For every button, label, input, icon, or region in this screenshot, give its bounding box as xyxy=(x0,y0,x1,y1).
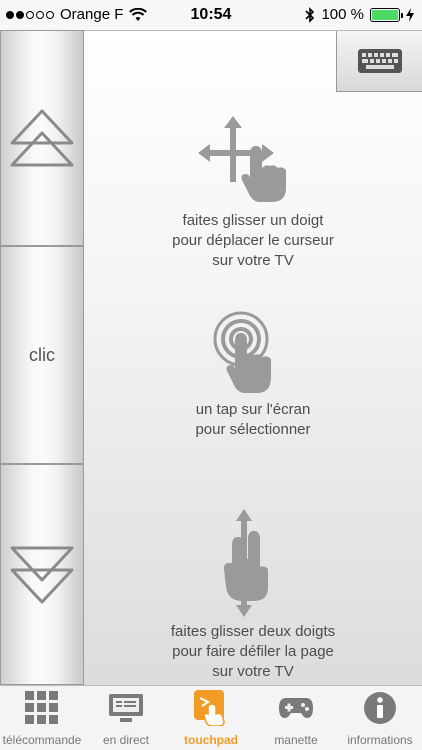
hint-text: faites glisser un doigt pour déplacer le… xyxy=(84,211,422,271)
hint-line: sur votre TV xyxy=(212,663,294,680)
tab-en-direct[interactable]: en direct xyxy=(84,686,168,750)
tab-bar: télécommande en direct touchpad manette … xyxy=(0,685,422,750)
two-finger-scroll-hand-icon xyxy=(224,509,268,617)
tap-hand-icon xyxy=(213,311,271,393)
hint-line: un tap sur l'écran xyxy=(195,401,311,418)
tab-informations[interactable]: informations xyxy=(338,686,422,750)
swipe-move-hand-icon xyxy=(198,116,286,202)
info-icon xyxy=(364,692,396,724)
tab-label: manette xyxy=(274,733,318,747)
side-buttons: clic xyxy=(0,30,84,685)
hint-line: faites glisser un doigt xyxy=(182,212,324,229)
hint-line: pour faire défiler la page xyxy=(172,643,334,660)
touchpad-area[interactable]: faites glisser un doigt pour déplacer le… xyxy=(84,30,422,685)
hint-tap-select: un tap sur l'écran pour sélectionner xyxy=(84,311,422,440)
touchpad-icon xyxy=(194,690,225,726)
tv-icon xyxy=(109,694,143,722)
scroll-up-button[interactable] xyxy=(0,30,84,246)
clic-button[interactable]: clic xyxy=(0,246,84,464)
tab-label: en direct xyxy=(102,733,150,747)
hint-line: sur votre TV xyxy=(212,252,294,269)
status-bar: Orange F 10:54 100 % xyxy=(0,0,422,30)
keyboard-button[interactable] xyxy=(336,31,422,92)
hint-line: pour déplacer le curseur xyxy=(172,232,334,249)
hint-scroll-page: faites glisser deux doigts pour faire dé… xyxy=(84,509,422,682)
status-right: 100 % xyxy=(305,6,414,23)
hint-text: faites glisser deux doigts pour faire dé… xyxy=(84,622,422,682)
battery-icon xyxy=(370,7,403,22)
bluetooth-icon xyxy=(305,6,315,23)
keyboard-icon xyxy=(357,49,402,73)
hint-line: pour sélectionner xyxy=(195,421,311,438)
tab-label: informations xyxy=(347,733,413,747)
double-chevron-down-icon xyxy=(10,546,74,603)
tab-touchpad[interactable]: touchpad xyxy=(168,686,254,750)
double-chevron-up-icon xyxy=(10,109,74,167)
tab-manette[interactable]: manette xyxy=(254,686,338,750)
tab-label: touchpad xyxy=(184,733,238,747)
hint-move-cursor: faites glisser un doigt pour déplacer le… xyxy=(84,116,422,271)
tab-label: télécommande xyxy=(2,733,82,747)
battery-percent: 100 % xyxy=(321,6,364,23)
tab-telecommande[interactable]: télécommande xyxy=(0,686,84,750)
charging-bolt-icon xyxy=(406,7,414,22)
gamepad-icon xyxy=(279,698,313,718)
scroll-down-button[interactable] xyxy=(0,464,84,685)
grid-icon xyxy=(25,691,58,724)
hint-text: un tap sur l'écran pour sélectionner xyxy=(84,400,422,440)
clic-label: clic xyxy=(29,344,55,365)
hint-line: faites glisser deux doigts xyxy=(170,623,336,640)
